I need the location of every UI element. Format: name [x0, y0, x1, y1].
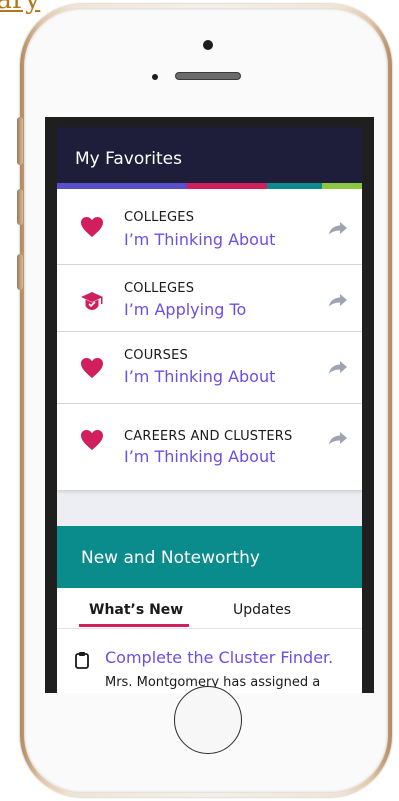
favorite-item-colleges-applying[interactable]: COLLEGES I’m Applying To — [57, 265, 362, 332]
favorite-subtitle: I’m Thinking About — [124, 367, 276, 386]
earpiece-speaker — [175, 72, 241, 80]
favorite-item-courses-thinking[interactable]: COURSES I’m Thinking About — [57, 332, 362, 404]
favorites-title: My Favorites — [75, 149, 182, 169]
heart-icon — [79, 428, 105, 452]
app-content: My Favorites COLLEGES I’m Thinking About — [57, 127, 362, 693]
heart-icon — [79, 356, 105, 380]
clipboard-icon — [75, 652, 89, 669]
task-item[interactable]: Complete the Cluster Finder. Mrs. Montgo… — [57, 629, 362, 693]
phone-screen: My Favorites COLLEGES I’m Thinking About — [45, 117, 374, 693]
share-arrow-icon[interactable] — [328, 221, 348, 235]
favorite-subtitle: I’m Thinking About — [124, 447, 276, 466]
top-link[interactable]: ary — [0, 0, 40, 13]
news-title: New and Noteworthy — [81, 548, 260, 568]
favorite-category: COURSES — [124, 348, 188, 363]
mute-switch — [17, 117, 23, 165]
share-arrow-icon[interactable] — [328, 360, 348, 374]
favorite-category: COLLEGES — [124, 210, 195, 225]
tab-updates[interactable]: Updates — [233, 602, 291, 618]
share-arrow-icon[interactable] — [328, 293, 348, 307]
home-button[interactable] — [174, 686, 242, 754]
volume-up-button — [17, 189, 23, 225]
active-tab-indicator — [79, 624, 189, 627]
news-tabs: What’s New Updates — [57, 588, 362, 629]
favorite-item-colleges-thinking[interactable]: COLLEGES I’m Thinking About — [57, 189, 362, 265]
heart-icon — [79, 215, 105, 239]
favorite-category: COLLEGES — [124, 281, 195, 296]
favorite-subtitle: I’m Thinking About — [124, 230, 276, 249]
graduation-cap-icon — [79, 289, 105, 313]
favorite-subtitle: I’m Applying To — [124, 300, 247, 319]
favorites-header: My Favorites — [57, 127, 362, 183]
proximity-sensor — [152, 74, 158, 80]
front-camera — [203, 40, 213, 50]
share-arrow-icon[interactable] — [328, 431, 348, 445]
favorite-category: CAREERS AND CLUSTERS — [124, 429, 293, 444]
tab-whats-new[interactable]: What’s New — [89, 602, 183, 618]
task-title[interactable]: Complete the Cluster Finder. — [105, 648, 333, 667]
favorite-item-careers-thinking[interactable]: CAREERS AND CLUSTERS I’m Thinking About — [57, 404, 362, 490]
volume-down-button — [17, 254, 23, 290]
news-header: New and Noteworthy — [57, 526, 362, 588]
